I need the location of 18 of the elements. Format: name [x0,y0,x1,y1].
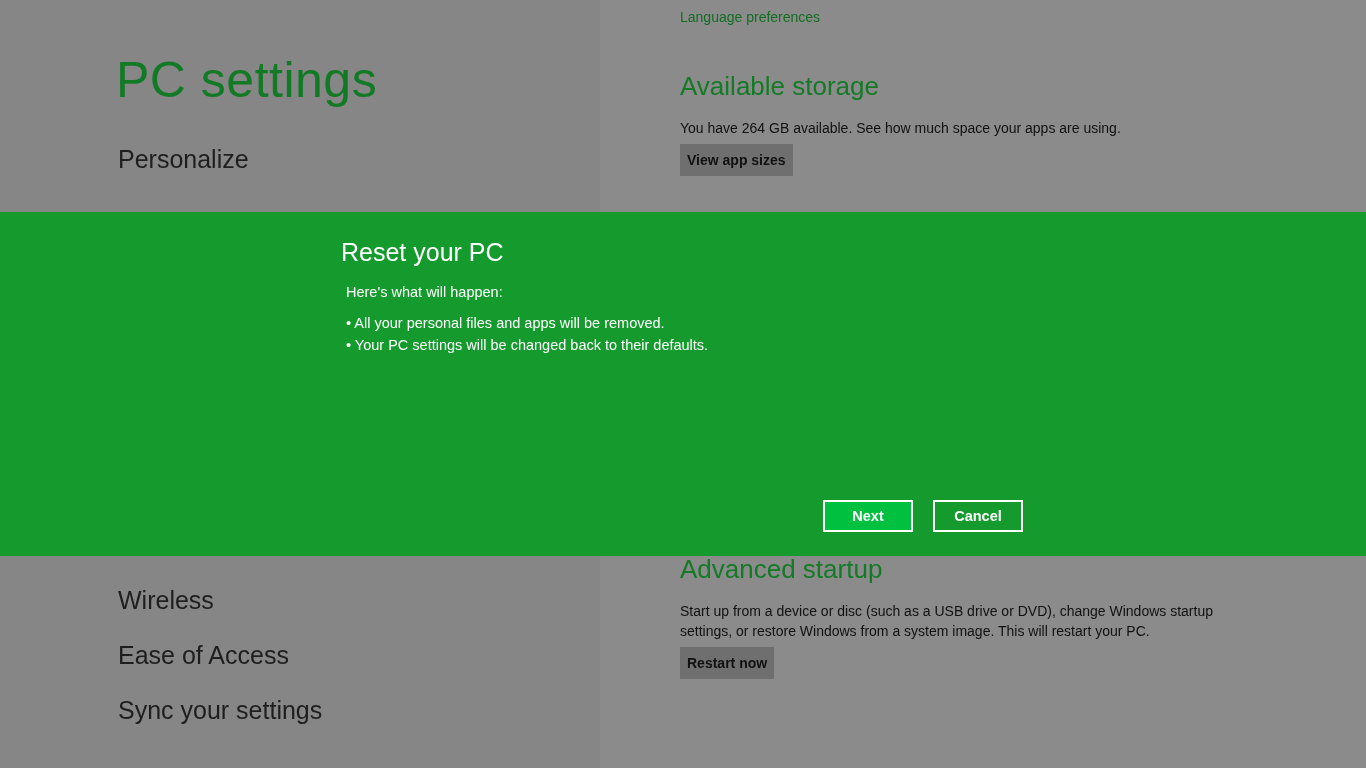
bullet-text: • Your PC settings will be changed back to their defaults. [346,336,709,355]
cancel-button[interactable]: Cancel [933,500,1023,532]
sidebar-item[interactable]: Sync your settings [116,695,323,750]
section-button[interactable]: View app sizes [680,144,793,176]
language-preferences-link[interactable]: Language preferences [680,9,821,25]
sidebar-item[interactable]: Personalize [116,144,249,199]
next-button[interactable]: Next [823,500,913,532]
section-button[interactable]: Restart now [680,647,775,679]
section-description: Start up from a device or disc (such as a USB drive or DVD), change Windows startup settings, or restore Windows from a system image. This will restart your PC. [680,602,1214,641]
dialog-intro: Here's what will happen: [346,283,503,302]
sidebar-item[interactable]: Ease of Access [116,640,289,695]
section-heading: Advanced startup [680,554,883,585]
dialog-title: Reset your PC [341,238,504,267]
section-heading: Available storage [680,71,879,102]
bullet-text: • All your personal files and apps will be removed. [346,314,665,333]
sidebar-item[interactable]: Wireless [116,585,214,640]
section-description: You have 264 GB available. See how much space your apps are using. [680,119,1122,138]
page-title: PC settings [116,51,379,110]
